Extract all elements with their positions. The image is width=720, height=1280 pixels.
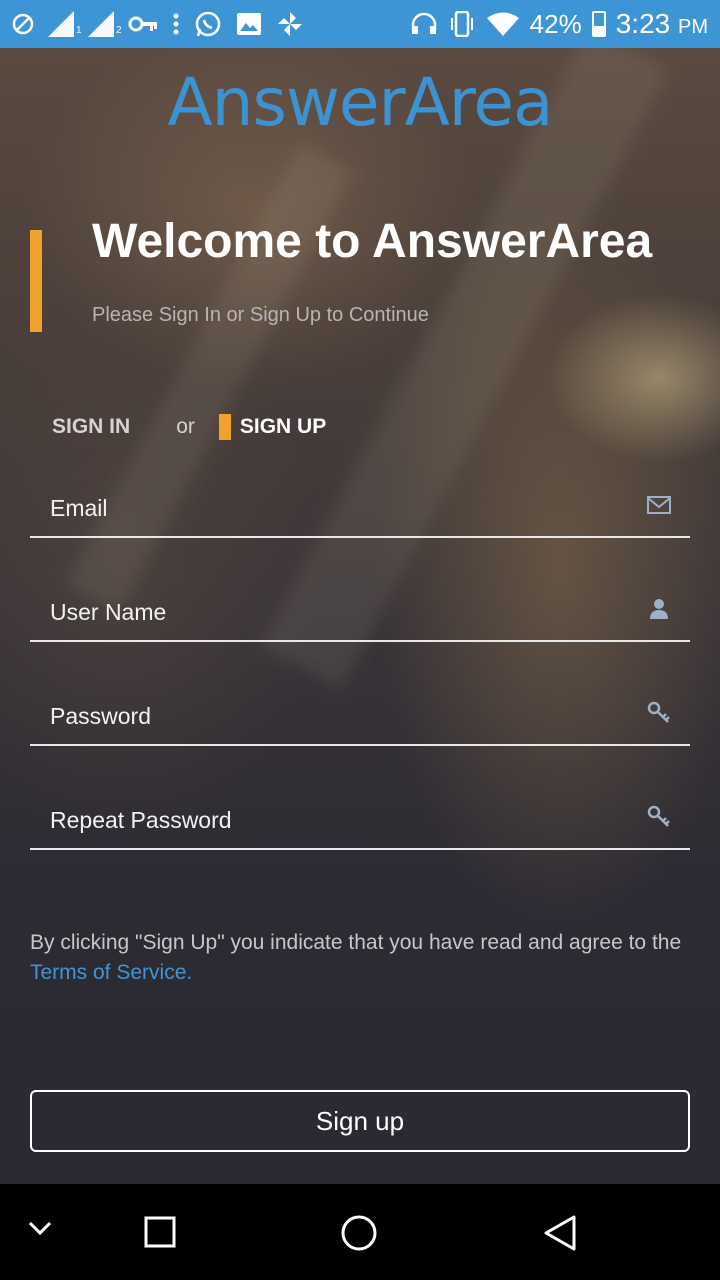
tabs-separator: or (176, 415, 195, 438)
battery-icon (591, 11, 606, 37)
username-field (30, 580, 690, 642)
welcome-accent-bar (30, 230, 42, 332)
app-logo: AnswerArea (167, 64, 554, 141)
username-input[interactable] (50, 592, 610, 632)
sign-up-button[interactable]: Sign up (30, 1090, 690, 1152)
password-field (30, 684, 690, 746)
wifi-icon (486, 12, 519, 36)
terms-of-service-link[interactable]: Terms of Service. (30, 961, 192, 984)
back-icon[interactable] (542, 1214, 578, 1252)
chevron-down-icon[interactable] (28, 1220, 52, 1236)
whatsapp-icon (195, 11, 221, 37)
repeat-password-input[interactable] (50, 800, 610, 840)
repeat-password-field (30, 788, 690, 850)
clock-ampm: PM (678, 16, 708, 38)
tab-sign-up[interactable]: SIGN UP (240, 415, 326, 439)
password-input[interactable] (50, 696, 610, 736)
vpn-key-icon (128, 16, 157, 32)
page-subtitle: Please Sign In or Sign Up to Continue (92, 304, 429, 326)
email-field (30, 476, 690, 538)
key-icon (647, 805, 670, 827)
email-input[interactable] (50, 488, 610, 528)
signal-sim1-icon: 1 (48, 11, 82, 37)
auth-tabs: SIGN IN or SIGN UP (52, 414, 326, 440)
headset-icon (411, 12, 436, 34)
system-nav-bar (0, 1184, 720, 1280)
clock-time: 3:23 (615, 8, 671, 39)
envelope-icon (647, 496, 671, 514)
recents-icon[interactable] (144, 1216, 176, 1248)
sim1-label: 1 (76, 25, 82, 36)
pinwheel-icon (278, 12, 302, 36)
app-screen: AnswerArea Welcome to AnswerArea Please … (0, 48, 720, 1184)
gallery-icon (237, 13, 261, 35)
clock: 3:23 PM (616, 8, 708, 40)
status-bar: 1 2 42% 3:23 PM (0, 0, 720, 48)
sim2-label: 2 (116, 25, 122, 36)
home-icon[interactable] (340, 1214, 378, 1252)
page-title: Welcome to AnswerArea (92, 215, 653, 268)
terms-text: By clicking "Sign Up" you indicate that … (30, 931, 682, 954)
user-icon (650, 599, 668, 619)
battery-percent: 42% (529, 8, 582, 39)
blocked-icon (12, 13, 34, 35)
signal-sim2-icon: 2 (88, 11, 122, 37)
vibrate-icon (450, 11, 473, 37)
terms-notice: By clicking "Sign Up" you indicate that … (30, 928, 690, 988)
active-tab-indicator (218, 414, 231, 440)
tab-sign-in[interactable]: SIGN IN (52, 415, 130, 439)
key-icon (647, 701, 670, 723)
more-icon (173, 13, 179, 35)
